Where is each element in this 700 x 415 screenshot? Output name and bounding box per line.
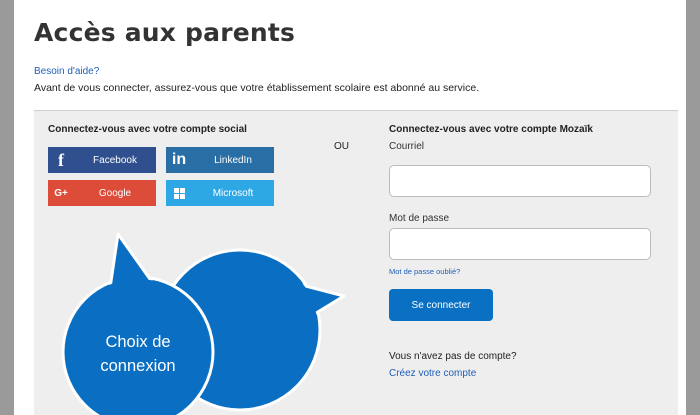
linkedin-button[interactable]: in LinkedIn xyxy=(166,147,274,173)
google-button[interactable]: G+ Google xyxy=(48,180,156,206)
facebook-icon: f xyxy=(58,149,64,170)
google-label: Google xyxy=(98,187,132,199)
create-account-link[interactable]: Créez votre compte xyxy=(389,368,476,379)
facebook-label: Facebook xyxy=(93,154,137,166)
help-link[interactable]: Besoin d'aide? xyxy=(34,66,99,77)
email-field[interactable] xyxy=(389,165,651,197)
callout-text: Choix de connexion xyxy=(80,330,196,378)
or-separator: OU xyxy=(334,141,349,152)
intro-text: Avant de vous connecter, assurez-vous qu… xyxy=(34,82,480,94)
facebook-button[interactable]: f Facebook xyxy=(48,147,156,173)
password-label: Mot de passe xyxy=(389,213,450,224)
callout-line-2: connexion xyxy=(100,357,176,375)
microsoft-label: Microsoft xyxy=(212,187,254,199)
social-login-title: Connectez-vous avec votre compte social xyxy=(48,124,247,135)
windows-logo-icon xyxy=(166,187,192,199)
page-title: Accès aux parents xyxy=(34,18,296,47)
linkedin-label: LinkedIn xyxy=(214,154,252,166)
mozaik-login-title: Connectez-vous avec votre compte Mozaïk xyxy=(389,124,593,135)
no-account-text: Vous n'avez pas de compte? xyxy=(389,351,517,362)
linkedin-icon: in xyxy=(171,151,187,168)
password-field[interactable] xyxy=(389,228,651,260)
callout-line-1: Choix de xyxy=(105,333,171,351)
microsoft-button[interactable]: Microsoft xyxy=(166,180,274,206)
google-plus-icon: G+ xyxy=(54,187,68,199)
email-label: Courriel xyxy=(389,141,425,152)
connect-button[interactable]: Se connecter xyxy=(389,289,493,321)
forgot-password-link[interactable]: Mot de passe oublié? xyxy=(389,267,460,276)
